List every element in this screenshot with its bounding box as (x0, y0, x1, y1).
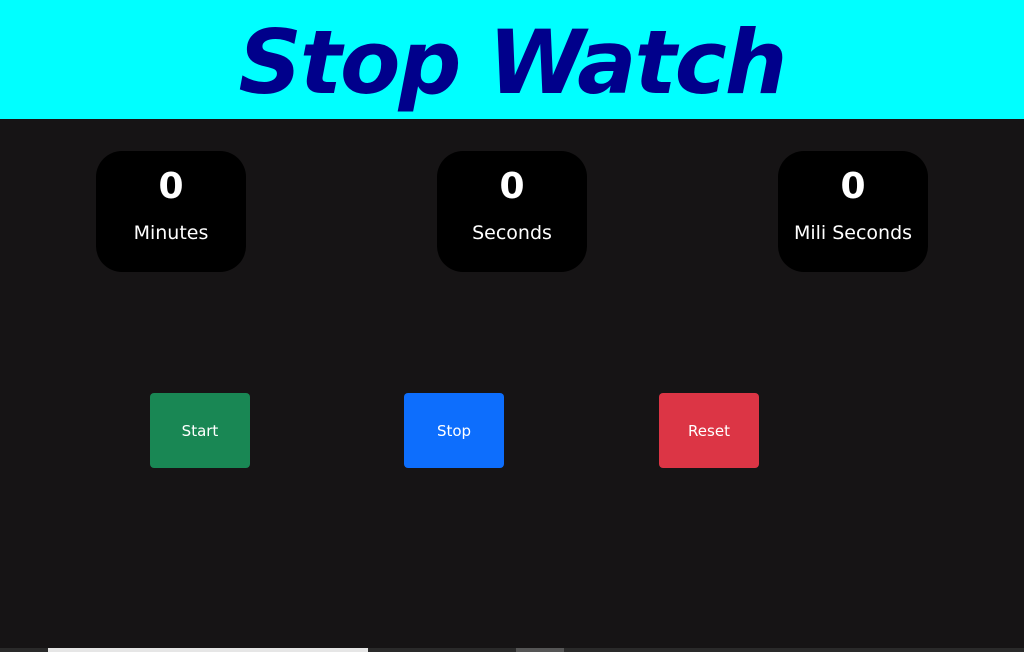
stop-button[interactable]: Stop (404, 393, 504, 468)
scrollbar-marker (516, 648, 564, 652)
scrollbar-thumb[interactable] (48, 648, 368, 652)
seconds-value: 0 (499, 166, 525, 207)
header-bar: Stop Watch (0, 0, 1024, 119)
minutes-counter: 0 Minutes (96, 151, 246, 272)
seconds-label: Seconds (472, 222, 552, 244)
minutes-label: Minutes (133, 222, 209, 244)
seconds-counter: 0 Seconds (437, 151, 587, 272)
minutes-value: 0 (158, 166, 184, 207)
page-title: Stop Watch (238, 11, 788, 114)
start-button[interactable]: Start (150, 393, 250, 468)
milliseconds-value: 0 (840, 166, 866, 207)
reset-button[interactable]: Reset (659, 393, 759, 468)
milliseconds-counter: 0 Mili Seconds (778, 151, 928, 272)
milliseconds-label: Mili Seconds (793, 222, 913, 244)
